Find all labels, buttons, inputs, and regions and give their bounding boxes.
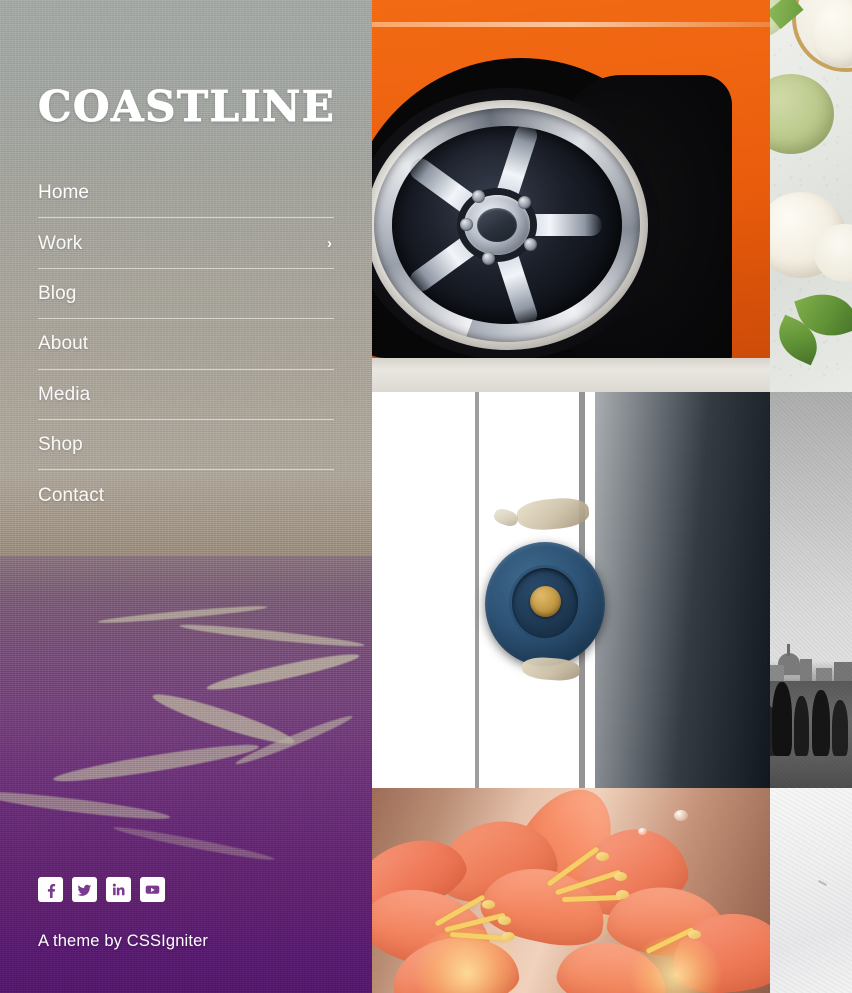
nav-item-shop[interactable]: Shop (38, 420, 334, 471)
flower-anther (688, 930, 701, 939)
social-links (38, 877, 334, 902)
sidebar-footer: A theme by CSSIgniter (38, 877, 334, 951)
nav-label: Work (38, 232, 83, 254)
car-lug-nut (482, 252, 495, 265)
nav-item-home[interactable]: Home (38, 168, 334, 219)
nav-label: Shop (38, 434, 83, 456)
gallery-tile-paper[interactable] (770, 788, 852, 993)
flower-anther (502, 932, 515, 941)
car-curb (372, 358, 770, 392)
doorbell-plank (372, 392, 475, 788)
gallery-tile-doorbell[interactable] (372, 392, 770, 788)
theme-credit: A theme by CSSIgniter (38, 932, 209, 950)
gallery-tile-macarons[interactable] (770, 0, 852, 392)
page-root: COASTLINE Home Work › Blog About Media S… (0, 0, 852, 993)
flower-anther (614, 872, 627, 881)
nav-item-blog[interactable]: Blog (38, 269, 334, 320)
car-lug-nut (524, 238, 537, 251)
flower-anther (596, 852, 609, 861)
youtube-icon[interactable] (140, 877, 165, 902)
car-hub-cap (477, 208, 517, 242)
nav-item-work[interactable]: Work › (38, 218, 334, 269)
nav-item-contact[interactable]: Contact (38, 470, 334, 520)
facebook-icon[interactable] (38, 877, 63, 902)
gallery-tile-city[interactable] (770, 392, 852, 788)
gallery-tile-flowers[interactable] (372, 788, 770, 993)
flower-anther (616, 890, 629, 899)
flower-water-droplet (674, 810, 688, 821)
car-lug-nut (518, 196, 531, 209)
nav-item-about[interactable]: About (38, 319, 334, 370)
linkedin-icon[interactable] (106, 877, 131, 902)
car-trim (372, 22, 770, 27)
doorbell-button (530, 586, 561, 617)
chevron-right-icon[interactable]: › (327, 236, 334, 251)
car-lug-nut (472, 190, 485, 203)
nav-label: Media (38, 383, 91, 405)
site-logo[interactable]: COASTLINE (38, 85, 335, 128)
main-navigation: Home Work › Blog About Media Shop Contac… (38, 168, 334, 521)
twitter-icon[interactable] (72, 877, 97, 902)
gallery-tile-car[interactable] (372, 0, 770, 392)
nav-label: Contact (38, 485, 105, 507)
doorbell-shadow (594, 392, 770, 788)
sidebar-content: COASTLINE Home Work › Blog About Media S… (0, 0, 372, 993)
paper-grain (770, 788, 852, 993)
gallery-grid (372, 0, 852, 993)
city-grain (770, 392, 852, 788)
nav-item-media[interactable]: Media (38, 370, 334, 420)
flower-anther (498, 916, 511, 925)
sidebar: COASTLINE Home Work › Blog About Media S… (0, 0, 372, 993)
flower-anther (482, 900, 495, 909)
nav-label: About (38, 333, 89, 355)
flower-water-droplet (638, 828, 647, 835)
nav-label: Blog (38, 282, 77, 304)
doorbell-plank-seam (475, 392, 480, 788)
car-lug-nut (460, 218, 473, 231)
nav-label: Home (38, 182, 90, 204)
